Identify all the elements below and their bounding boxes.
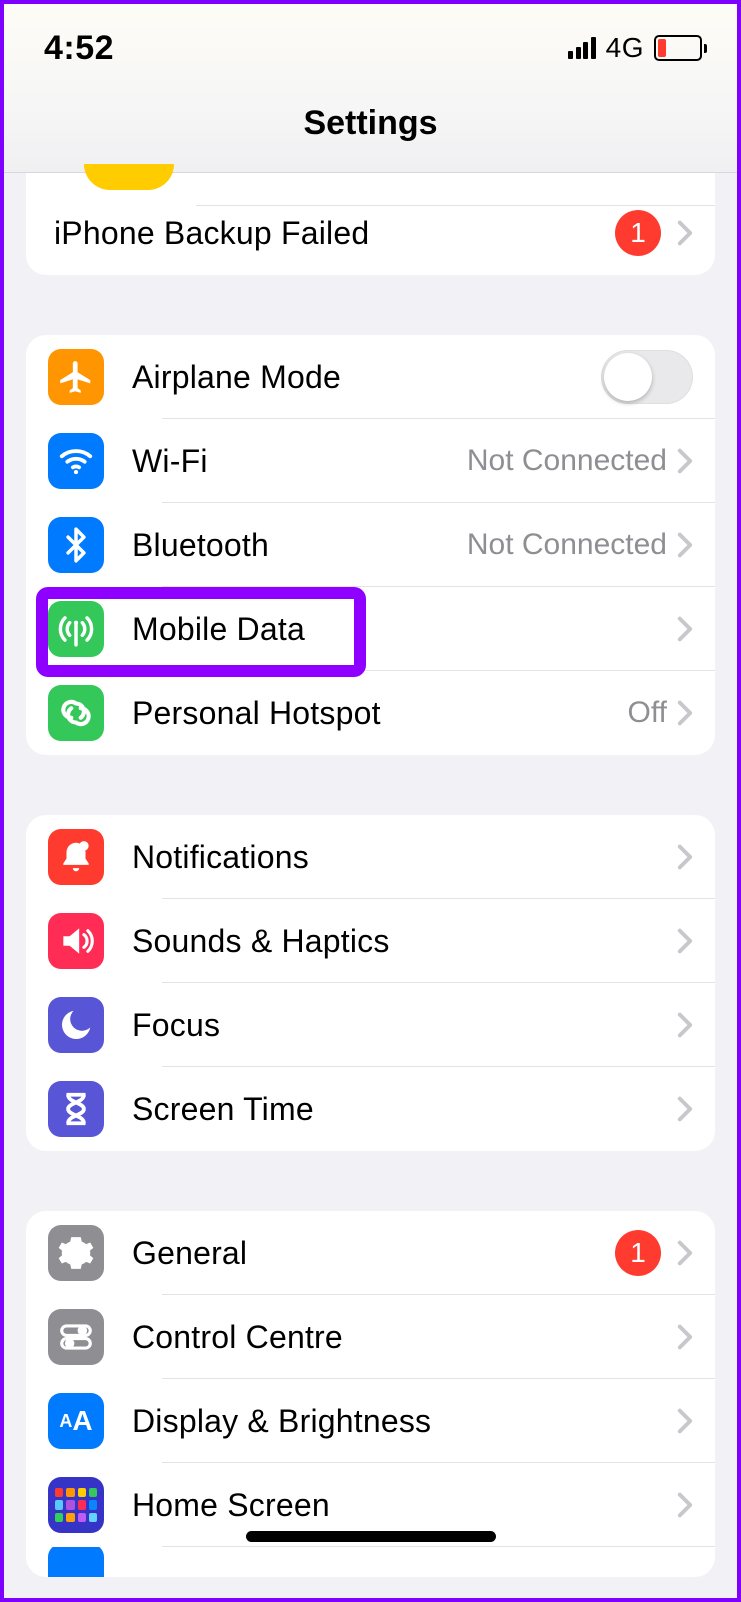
group-general: General 1 Control Centre AA Display & Br… — [26, 1211, 715, 1577]
hotspot-icon — [48, 685, 104, 741]
row-general[interactable]: General 1 — [26, 1211, 715, 1295]
hourglass-icon — [48, 1081, 104, 1137]
chevron-icon — [677, 1408, 693, 1434]
row-value: Not Connected — [467, 444, 667, 478]
chevron-icon — [677, 928, 693, 954]
antenna-icon — [48, 601, 104, 657]
battery-icon — [654, 35, 707, 61]
group-connectivity: Airplane Mode Wi-Fi Not Connected Blueto… — [26, 335, 715, 755]
row-label: Bluetooth — [132, 527, 467, 564]
row-backup-failed[interactable]: iPhone Backup Failed 1 — [26, 191, 715, 275]
row-personal-hotspot[interactable]: Personal Hotspot Off — [26, 671, 715, 755]
home-indicator[interactable] — [246, 1531, 496, 1542]
switches-icon — [48, 1309, 104, 1365]
avatar-edge — [84, 164, 174, 190]
row-label: Home Screen — [132, 1487, 677, 1524]
nav-bar: Settings — [4, 74, 737, 172]
signal-icon — [568, 37, 596, 59]
badge-general: 1 — [615, 1230, 661, 1276]
row-label: Focus — [132, 1007, 677, 1044]
chevron-icon — [677, 220, 693, 246]
row-label: Airplane Mode — [132, 359, 601, 396]
network-type: 4G — [606, 32, 644, 64]
accessibility-icon — [48, 1547, 104, 1577]
app-grid-icon — [48, 1477, 104, 1533]
chevron-icon — [677, 1324, 693, 1350]
row-screen-time[interactable]: Screen Time — [26, 1067, 715, 1151]
top-bar: 4:52 4G Settings — [4, 4, 737, 173]
chevron-icon — [677, 1096, 693, 1122]
text-size-icon: AA — [48, 1393, 104, 1449]
row-sounds-haptics[interactable]: Sounds & Haptics — [26, 899, 715, 983]
row-label: Notifications — [132, 839, 677, 876]
chevron-icon — [677, 448, 693, 474]
row-label: iPhone Backup Failed — [54, 215, 615, 252]
row-label: Wi-Fi — [132, 443, 467, 480]
gear-icon — [48, 1225, 104, 1281]
settings-list[interactable]: iPhone Backup Failed 1 Airplane Mode Wi-… — [4, 173, 737, 1602]
row-label: Personal Hotspot — [132, 695, 628, 732]
row-label: Control Centre — [132, 1319, 677, 1356]
chevron-icon — [677, 700, 693, 726]
row-value: Not Connected — [467, 528, 667, 562]
row-wifi[interactable]: Wi-Fi Not Connected — [26, 419, 715, 503]
moon-icon — [48, 997, 104, 1053]
page-title: Settings — [303, 104, 437, 143]
badge-backup: 1 — [615, 210, 661, 256]
chevron-icon — [677, 1012, 693, 1038]
row-value: Off — [628, 696, 667, 730]
status-bar: 4:52 4G — [4, 4, 737, 74]
row-focus[interactable]: Focus — [26, 983, 715, 1067]
row-accessibility-peek[interactable] — [26, 1547, 715, 1577]
row-notifications[interactable]: Notifications — [26, 815, 715, 899]
row-label: Mobile Data — [132, 611, 677, 648]
group-alerts: Notifications Sounds & Haptics Focus — [26, 815, 715, 1151]
row-label: Sounds & Haptics — [132, 923, 677, 960]
bell-icon — [48, 829, 104, 885]
chevron-icon — [677, 1240, 693, 1266]
row-control-centre[interactable]: Control Centre — [26, 1295, 715, 1379]
row-display-brightness[interactable]: AA Display & Brightness — [26, 1379, 715, 1463]
status-time: 4:52 — [44, 29, 114, 68]
row-label: General — [132, 1235, 615, 1272]
bluetooth-icon — [48, 517, 104, 573]
airplane-icon — [48, 349, 104, 405]
row-mobile-data[interactable]: Mobile Data — [26, 587, 715, 671]
airplane-toggle[interactable] — [601, 350, 693, 404]
settings-screen: 4:52 4G Settings iPhone Backup Failed — [0, 0, 741, 1602]
chevron-icon — [677, 532, 693, 558]
chevron-icon — [677, 616, 693, 642]
chevron-icon — [677, 1492, 693, 1518]
speaker-icon — [48, 913, 104, 969]
row-airplane-mode[interactable]: Airplane Mode — [26, 335, 715, 419]
wifi-icon — [48, 433, 104, 489]
row-bluetooth[interactable]: Bluetooth Not Connected — [26, 503, 715, 587]
row-label: Screen Time — [132, 1091, 677, 1128]
chevron-icon — [677, 844, 693, 870]
row-label: Display & Brightness — [132, 1403, 677, 1440]
